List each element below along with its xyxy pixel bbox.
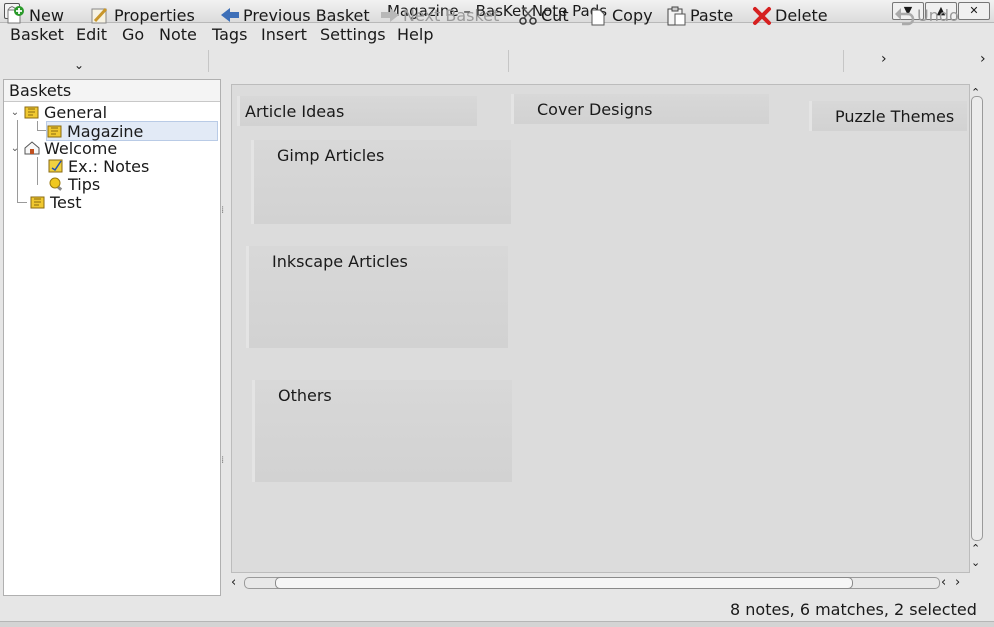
undo-label: Undo bbox=[917, 5, 959, 25]
paste-icon bbox=[667, 6, 686, 26]
undo-button[interactable]: Undo bbox=[894, 4, 959, 26]
expand-arrow-icon[interactable]: ⌄ bbox=[10, 107, 20, 118]
menu-insert[interactable]: Insert bbox=[261, 25, 307, 44]
splitter-handle[interactable]: ⁞ bbox=[221, 205, 224, 216]
note-title: Inkscape Articles bbox=[272, 252, 408, 271]
home-icon bbox=[24, 141, 40, 155]
note-cover-designs[interactable]: Cover Designs bbox=[511, 94, 769, 124]
toolbar bbox=[0, 47, 994, 76]
paste-button[interactable]: Paste bbox=[667, 4, 733, 26]
cut-label: Cut bbox=[541, 5, 569, 25]
note-title: Others bbox=[278, 386, 332, 405]
next-basket-button[interactable]: Next Basket bbox=[380, 4, 499, 26]
arrow-left-icon bbox=[220, 6, 239, 24]
new-button[interactable]: New bbox=[6, 4, 64, 26]
properties-button[interactable]: Properties bbox=[91, 4, 195, 26]
properties-label: Properties bbox=[114, 5, 195, 25]
note-title: Cover Designs bbox=[537, 100, 653, 119]
basket-icon bbox=[30, 196, 45, 209]
new-label: New bbox=[29, 5, 64, 25]
sidebar-item-label: Ex.: Notes bbox=[68, 156, 150, 176]
delete-x-icon bbox=[752, 6, 771, 25]
expand-arrow-icon[interactable]: ⌄ bbox=[10, 143, 20, 154]
copy-icon bbox=[589, 6, 607, 26]
delete-button[interactable]: Delete bbox=[752, 4, 828, 26]
note-gimp-articles[interactable]: Gimp Articles bbox=[251, 140, 511, 224]
scroll-up-icon[interactable]: ⌃ bbox=[971, 542, 980, 555]
notes-icon bbox=[48, 159, 63, 173]
menu-settings[interactable]: Settings bbox=[320, 25, 386, 44]
toolbar-separator bbox=[843, 50, 844, 72]
sidebar-item-label: Tips bbox=[68, 174, 101, 194]
note-title: Gimp Articles bbox=[277, 146, 385, 165]
note-title: Article Ideas bbox=[245, 102, 345, 121]
copy-button[interactable]: Copy bbox=[589, 4, 653, 26]
menu-help[interactable]: Help bbox=[397, 25, 433, 44]
vertical-scrollbar[interactable]: ⌃ ⌃ ⌄ bbox=[969, 84, 985, 571]
arrow-right-icon bbox=[380, 6, 399, 24]
horizontal-scroll-track[interactable] bbox=[244, 577, 940, 589]
sidebar-item-label: General bbox=[44, 102, 108, 122]
new-note-icon bbox=[6, 6, 24, 24]
menu-note[interactable]: Note bbox=[159, 25, 197, 44]
baskets-panel: Baskets ⌄ General Magazine ⌄ Welcome Ex.… bbox=[3, 79, 221, 596]
sidebar-item-tips[interactable]: Tips bbox=[48, 174, 101, 194]
toolbar-separator bbox=[508, 50, 509, 72]
sidebar-item-test[interactable]: Test bbox=[30, 192, 82, 212]
toolbar-overflow-left[interactable]: › bbox=[881, 51, 887, 67]
basket-icon bbox=[24, 106, 39, 119]
menu-bar: Basket Edit Go Note Tags Insert Settings… bbox=[0, 23, 994, 47]
window-bottom-border bbox=[0, 621, 994, 627]
delete-label: Delete bbox=[775, 5, 828, 25]
scroll-down-icon[interactable]: ⌄ bbox=[971, 556, 980, 569]
next-basket-label: Next Basket bbox=[403, 5, 500, 25]
properties-icon bbox=[91, 6, 109, 24]
tree-line bbox=[17, 120, 18, 202]
note-puzzle-themes[interactable]: Puzzle Themes bbox=[809, 101, 967, 131]
tree-line bbox=[17, 202, 27, 203]
close-button[interactable]: ✕ bbox=[958, 2, 990, 20]
baskets-header: Baskets bbox=[4, 80, 220, 102]
basket-icon bbox=[47, 125, 62, 138]
note-others[interactable]: Others bbox=[252, 380, 512, 482]
basket-content-area[interactable]: Article Ideas Cover Designs Puzzle Theme… bbox=[231, 84, 970, 573]
new-dropdown-icon[interactable]: ⌄ bbox=[74, 58, 84, 72]
scroll-left-icon[interactable]: ‹ bbox=[941, 575, 946, 590]
scissors-icon bbox=[518, 6, 537, 25]
menu-go[interactable]: Go bbox=[122, 25, 144, 44]
splitter-handle[interactable]: ⁞ bbox=[221, 455, 224, 466]
note-inkscape-articles[interactable]: Inkscape Articles bbox=[246, 246, 508, 348]
sidebar-item-label: Welcome bbox=[44, 138, 118, 158]
cut-button[interactable]: Cut bbox=[518, 4, 569, 26]
toolbar-separator bbox=[208, 50, 209, 72]
vertical-scroll-thumb[interactable] bbox=[971, 96, 983, 541]
copy-label: Copy bbox=[612, 5, 653, 25]
tree-line bbox=[37, 157, 38, 185]
note-title: Puzzle Themes bbox=[835, 107, 955, 126]
scroll-right-icon[interactable]: › bbox=[955, 575, 960, 590]
toolbar-overflow-right[interactable]: › bbox=[980, 51, 986, 67]
sidebar-item-label: Test bbox=[50, 192, 82, 212]
previous-basket-button[interactable]: Previous Basket bbox=[220, 4, 370, 26]
sidebar-item-ex-notes[interactable]: Ex.: Notes bbox=[48, 156, 150, 176]
scroll-left-icon[interactable]: ‹ bbox=[231, 575, 236, 590]
sidebar-item-general[interactable]: ⌄ General bbox=[10, 102, 108, 122]
undo-icon bbox=[894, 6, 915, 26]
menu-edit[interactable]: Edit bbox=[76, 25, 107, 44]
horizontal-scroll-thumb[interactable] bbox=[275, 577, 853, 589]
status-text: 8 notes, 6 matches, 2 selected bbox=[730, 600, 977, 619]
bulb-icon bbox=[49, 177, 63, 191]
horizontal-scrollbar[interactable]: ‹ ‹ › bbox=[231, 575, 968, 591]
previous-basket-label: Previous Basket bbox=[243, 5, 370, 25]
paste-label: Paste bbox=[690, 5, 734, 25]
sidebar-item-welcome[interactable]: ⌄ Welcome bbox=[10, 138, 118, 158]
menu-tags[interactable]: Tags bbox=[212, 25, 247, 44]
note-article-ideas[interactable]: Article Ideas bbox=[237, 96, 477, 126]
menu-basket[interactable]: Basket bbox=[10, 25, 64, 44]
